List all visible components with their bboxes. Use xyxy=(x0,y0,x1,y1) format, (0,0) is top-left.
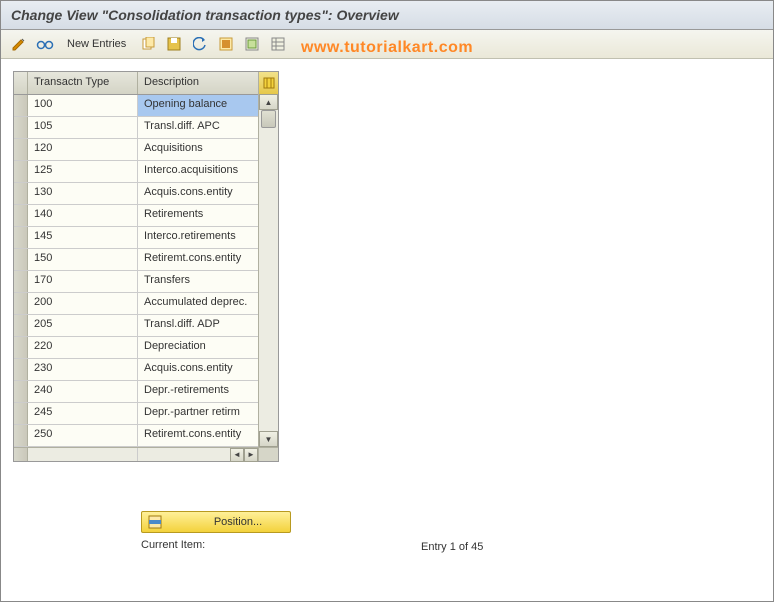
entry-counter: Entry 1 of 45 xyxy=(421,541,483,553)
cell-type[interactable]: 100 xyxy=(28,95,138,116)
cell-description[interactable]: Interco.retirements xyxy=(138,227,258,248)
cell-description[interactable]: Transl.diff. ADP xyxy=(138,315,258,336)
cell-type[interactable]: 120 xyxy=(28,139,138,160)
row-selector[interactable] xyxy=(14,381,28,402)
table-row[interactable]: 220Depreciation xyxy=(14,337,278,359)
row-selector[interactable] xyxy=(14,425,28,446)
cell-type[interactable]: 150 xyxy=(28,249,138,270)
row-selector[interactable] xyxy=(14,249,28,270)
cell-type[interactable]: 125 xyxy=(28,161,138,182)
col-header-type[interactable]: Transactn Type xyxy=(28,72,138,94)
row-selector[interactable] xyxy=(14,117,28,138)
vertical-scrollbar[interactable]: ▲ ▼ xyxy=(258,94,278,447)
position-button-label: Position... xyxy=(192,516,284,528)
cell-type[interactable]: 220 xyxy=(28,337,138,358)
cell-type[interactable]: 130 xyxy=(28,183,138,204)
footer-area: Position... Current Item: xyxy=(141,511,641,551)
undo-icon[interactable] xyxy=(190,34,210,54)
new-entries-button[interactable]: New Entries xyxy=(61,36,132,52)
row-selector[interactable] xyxy=(14,139,28,160)
row-selector[interactable] xyxy=(14,315,28,336)
horizontal-scrollbar: ◄ ► xyxy=(14,447,278,461)
cell-type[interactable]: 240 xyxy=(28,381,138,402)
cell-type[interactable]: 200 xyxy=(28,293,138,314)
cell-type[interactable]: 245 xyxy=(28,403,138,424)
row-selector[interactable] xyxy=(14,337,28,358)
cell-description[interactable]: Depr.-partner retirm xyxy=(138,403,258,424)
table-row[interactable]: 170Transfers xyxy=(14,271,278,293)
toolbar: New Entries xyxy=(1,30,773,59)
row-selector[interactable] xyxy=(14,359,28,380)
cell-description[interactable]: Retirements xyxy=(138,205,258,226)
cell-description[interactable]: Transfers xyxy=(138,271,258,292)
cell-type[interactable]: 105 xyxy=(28,117,138,138)
cell-description[interactable]: Transl.diff. APC xyxy=(138,117,258,138)
grid-header: Transactn Type Description xyxy=(14,72,278,95)
scroll-right-icon[interactable]: ► xyxy=(244,448,258,462)
scroll-track[interactable] xyxy=(259,110,278,431)
cell-type[interactable]: 145 xyxy=(28,227,138,248)
scroll-left-icon[interactable]: ◄ xyxy=(230,448,244,462)
row-selector[interactable] xyxy=(14,161,28,182)
table-settings-icon[interactable] xyxy=(268,34,288,54)
row-selector[interactable] xyxy=(14,205,28,226)
cell-type[interactable]: 170 xyxy=(28,271,138,292)
page-title: Change View "Consolidation transaction t… xyxy=(11,7,399,23)
row-selector[interactable] xyxy=(14,293,28,314)
table-row[interactable]: 125Interco.acquisitions xyxy=(14,161,278,183)
cell-description[interactable]: Accumulated deprec. xyxy=(138,293,258,314)
cell-type[interactable]: 205 xyxy=(28,315,138,336)
select-all-column[interactable] xyxy=(14,72,28,94)
deselect-all-icon[interactable] xyxy=(242,34,262,54)
cell-description[interactable]: Depreciation xyxy=(138,337,258,358)
cell-description[interactable]: Acquisitions xyxy=(138,139,258,160)
table-row[interactable]: 250Retiremt.cons.entity xyxy=(14,425,278,447)
position-button[interactable]: Position... xyxy=(141,511,291,533)
table-row[interactable]: 140Retirements xyxy=(14,205,278,227)
grid-body: 100Opening balance105Transl.diff. APC120… xyxy=(14,95,278,447)
cell-type[interactable]: 250 xyxy=(28,425,138,446)
cell-description[interactable]: Acquis.cons.entity xyxy=(138,359,258,380)
row-selector[interactable] xyxy=(14,403,28,424)
cell-description[interactable]: Acquis.cons.entity xyxy=(138,183,258,204)
table-row[interactable]: 150Retiremt.cons.entity xyxy=(14,249,278,271)
table-row[interactable]: 105Transl.diff. APC xyxy=(14,117,278,139)
current-item-label: Current Item: xyxy=(141,539,641,551)
save-icon[interactable] xyxy=(164,34,184,54)
table-row[interactable]: 120Acquisitions xyxy=(14,139,278,161)
data-grid: Transactn Type Description 100Opening ba… xyxy=(13,71,279,462)
table-row[interactable]: 100Opening balance xyxy=(14,95,278,117)
table-row[interactable]: 130Acquis.cons.entity xyxy=(14,183,278,205)
cell-description[interactable]: Retiremt.cons.entity xyxy=(138,425,258,446)
glasses-icon[interactable] xyxy=(35,34,55,54)
scroll-down-icon[interactable]: ▼ xyxy=(259,431,278,447)
scroll-thumb[interactable] xyxy=(261,110,276,128)
row-selector[interactable] xyxy=(14,95,28,116)
table-row[interactable]: 145Interco.retirements xyxy=(14,227,278,249)
scroll-up-icon[interactable]: ▲ xyxy=(259,94,278,110)
cell-description[interactable]: Retiremt.cons.entity xyxy=(138,249,258,270)
table-row[interactable]: 230Acquis.cons.entity xyxy=(14,359,278,381)
title-bar: Change View "Consolidation transaction t… xyxy=(1,1,773,30)
row-selector[interactable] xyxy=(14,183,28,204)
content-area: Transactn Type Description 100Opening ba… xyxy=(1,59,773,476)
cell-type[interactable]: 140 xyxy=(28,205,138,226)
select-all-icon[interactable] xyxy=(216,34,236,54)
copy-icon[interactable] xyxy=(138,34,158,54)
cell-type[interactable]: 230 xyxy=(28,359,138,380)
cell-description[interactable]: Interco.acquisitions xyxy=(138,161,258,182)
cell-description[interactable]: Opening balance xyxy=(138,95,258,116)
cell-description[interactable]: Depr.-retirements xyxy=(138,381,258,402)
configure-columns-icon[interactable] xyxy=(258,72,278,94)
change-icon[interactable] xyxy=(9,34,29,54)
col-header-desc[interactable]: Description xyxy=(138,72,258,94)
table-row[interactable]: 245Depr.-partner retirm xyxy=(14,403,278,425)
table-row[interactable]: 240Depr.-retirements xyxy=(14,381,278,403)
table-row[interactable]: 205Transl.diff. ADP xyxy=(14,315,278,337)
row-selector[interactable] xyxy=(14,227,28,248)
row-selector[interactable] xyxy=(14,271,28,292)
table-row[interactable]: 200Accumulated deprec. xyxy=(14,293,278,315)
